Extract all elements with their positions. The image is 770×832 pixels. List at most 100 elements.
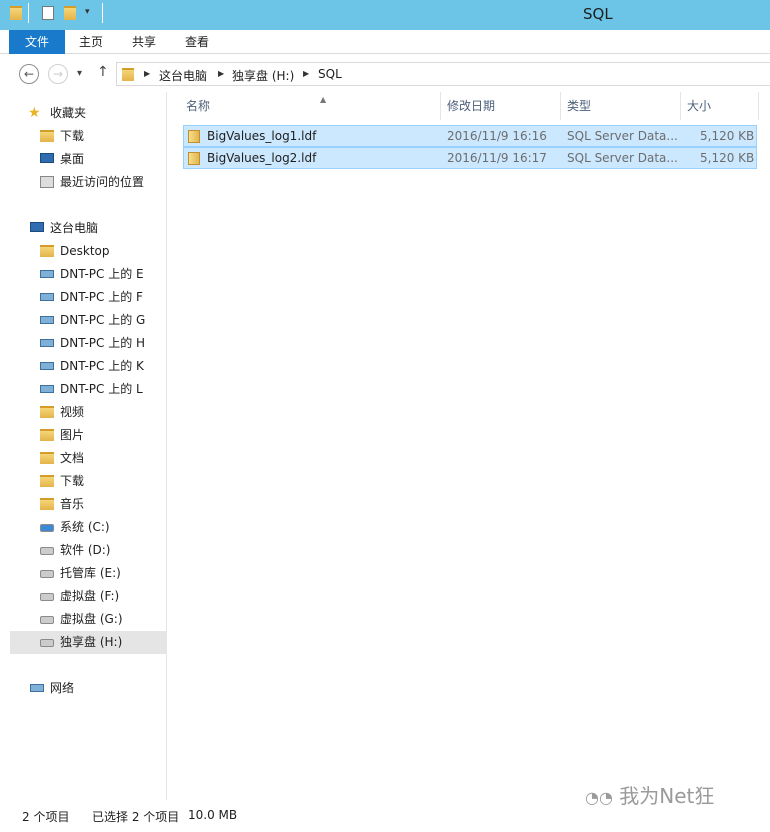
sidebar-item-label: DNT-PC 上的 K xyxy=(60,359,144,373)
sidebar-item-label: DNT-PC 上的 F xyxy=(60,290,143,304)
drive-icon xyxy=(40,593,54,601)
sidebar-item-downloads[interactable]: 下载 xyxy=(10,125,166,148)
network-drive-icon xyxy=(40,339,54,347)
drive-icon xyxy=(40,616,54,624)
column-header-size[interactable]: 大小 xyxy=(681,92,759,120)
system-drive-icon xyxy=(40,524,54,532)
breadcrumb-folder[interactable]: SQL xyxy=(318,67,342,81)
sidebar-item-music[interactable]: 音乐 xyxy=(10,493,166,516)
network-drive-icon xyxy=(40,270,54,278)
sidebar-item-label: 下载 xyxy=(60,129,85,143)
title-bar: ▾ SQL xyxy=(0,0,770,30)
download-folder-icon xyxy=(40,475,54,487)
sidebar-item-label: 独享盘 (H:) xyxy=(60,635,123,649)
sidebar-item-drive-d[interactable]: 软件 (D:) xyxy=(10,539,166,562)
document-folder-icon xyxy=(40,452,54,464)
sidebar-item-label: 文档 xyxy=(60,451,85,465)
status-selected-count: 已选择 2 个项目 xyxy=(92,810,180,824)
picture-folder-icon xyxy=(40,429,54,441)
recent-locations-icon[interactable]: ▾ xyxy=(77,68,82,79)
sidebar-item-desktop[interactable]: 桌面 xyxy=(10,148,166,171)
sidebar-item-network-drive-f[interactable]: DNT-PC 上的 F xyxy=(10,286,166,309)
wechat-icon: ◔◔ xyxy=(585,788,613,807)
separator xyxy=(102,3,103,23)
sidebar-item-network-drive-e[interactable]: DNT-PC 上的 E xyxy=(10,263,166,286)
ribbon: 文件 主页 共享 查看 xyxy=(0,30,770,54)
file-type: SQL Server Data... xyxy=(567,129,678,143)
sidebar-item-label: 桌面 xyxy=(60,152,85,166)
recent-places-icon xyxy=(40,176,54,188)
forward-button[interactable]: → xyxy=(48,64,68,84)
chevron-right-icon[interactable]: ▶ xyxy=(303,69,309,78)
sidebar-item-label: 虚拟盘 (F:) xyxy=(60,589,120,603)
chevron-right-icon[interactable]: ▶ xyxy=(218,69,224,78)
sidebar-item-label: 视频 xyxy=(60,405,85,419)
navigation-bar: ← → ▾ ↑ ▶ 这台电脑 ▶ 独享盘 (H:) ▶ SQL xyxy=(0,54,770,92)
watermark: ◔◔ 我为Net狂 xyxy=(585,780,714,809)
tab-file[interactable]: 文件 xyxy=(9,30,65,54)
tab-home[interactable]: 主页 xyxy=(68,30,114,54)
sidebar-item-network-drive-g[interactable]: DNT-PC 上的 G xyxy=(10,309,166,332)
back-button[interactable]: ← xyxy=(19,64,39,84)
sidebar-item-drive-g[interactable]: 虚拟盘 (G:) xyxy=(10,608,166,631)
sidebar-item-label: Desktop xyxy=(60,244,110,258)
column-label: 名称 xyxy=(186,99,211,113)
tab-view[interactable]: 查看 xyxy=(174,30,220,54)
sidebar-item-documents[interactable]: 文档 xyxy=(10,447,166,470)
sidebar-item-label: 系统 (C:) xyxy=(60,520,110,534)
sidebar-item-desktop-pc[interactable]: Desktop xyxy=(10,240,166,263)
window-title: SQL xyxy=(583,5,613,23)
file-icon xyxy=(188,130,200,143)
file-list: ▲ 名称 修改日期 类型 大小 BigValues_log1.ldf 2016/… xyxy=(167,92,770,800)
file-name: BigValues_log1.ldf xyxy=(207,129,317,143)
chevron-right-icon[interactable]: ▶ xyxy=(144,69,150,78)
breadcrumb-drive[interactable]: 独享盘 (H:) xyxy=(232,67,294,84)
sidebar-item-videos[interactable]: 视频 xyxy=(10,401,166,424)
download-folder-icon xyxy=(40,130,54,142)
video-folder-icon xyxy=(40,406,54,418)
sidebar-item-network-drive-k[interactable]: DNT-PC 上的 K xyxy=(10,355,166,378)
file-row[interactable]: BigValues_log2.ldf 2016/11/9 16:17 SQL S… xyxy=(183,147,757,169)
computer-icon xyxy=(30,222,44,232)
column-header-name[interactable]: ▲ 名称 xyxy=(180,92,441,120)
sidebar-item-this-pc[interactable]: 这台电脑 xyxy=(10,217,166,240)
sidebar-item-label: DNT-PC 上的 H xyxy=(60,336,146,350)
sidebar-item-drive-e[interactable]: 托管库 (E:) xyxy=(10,562,166,585)
drive-icon xyxy=(40,639,54,647)
column-label: 大小 xyxy=(687,99,712,113)
network-drive-icon xyxy=(40,293,54,301)
status-item-count: 2 个项目 xyxy=(22,810,70,824)
file-row[interactable]: BigValues_log1.ldf 2016/11/9 16:16 SQL S… xyxy=(183,125,757,147)
sidebar-item-label: 网络 xyxy=(50,681,75,695)
file-size: 5,120 KB xyxy=(700,151,755,165)
sidebar-item-downloads-pc[interactable]: 下载 xyxy=(10,470,166,493)
sidebar-item-recent[interactable]: 最近访问的位置 xyxy=(10,171,166,194)
column-label: 修改日期 xyxy=(447,99,496,113)
sidebar-item-network-drive-h[interactable]: DNT-PC 上的 H xyxy=(10,332,166,355)
column-label: 类型 xyxy=(567,99,592,113)
sidebar-item-label: 音乐 xyxy=(60,497,85,511)
sidebar-item-drive-f[interactable]: 虚拟盘 (F:) xyxy=(10,585,166,608)
tab-share[interactable]: 共享 xyxy=(121,30,167,54)
column-header-modified[interactable]: 修改日期 xyxy=(441,92,561,120)
properties-icon[interactable] xyxy=(42,6,54,20)
folder-icon xyxy=(122,68,134,81)
watermark-text: 我为Net狂 xyxy=(619,784,715,808)
sidebar-item-network-drive-l[interactable]: DNT-PC 上的 L xyxy=(10,378,166,401)
new-folder-icon[interactable] xyxy=(64,6,76,20)
file-name: BigValues_log2.ldf xyxy=(207,151,317,165)
up-arrow-icon[interactable]: ↑ xyxy=(97,64,109,80)
column-header-type[interactable]: 类型 xyxy=(561,92,681,120)
sidebar-item-label: 下载 xyxy=(60,474,85,488)
sidebar-item-network[interactable]: 网络 xyxy=(10,677,166,700)
sidebar-item-drive-c[interactable]: 系统 (C:) xyxy=(10,516,166,539)
sidebar-item-favorites[interactable]: ★ 收藏夹 xyxy=(10,102,166,125)
address-bar[interactable]: ▶ 这台电脑 ▶ 独享盘 (H:) ▶ SQL xyxy=(116,62,770,86)
sidebar-item-drive-h[interactable]: 独享盘 (H:) xyxy=(10,631,166,654)
breadcrumb-computer[interactable]: 这台电脑 xyxy=(159,67,207,84)
sidebar-item-label: 收藏夹 xyxy=(50,106,87,120)
sidebar-item-label: DNT-PC 上的 E xyxy=(60,267,144,281)
separator xyxy=(28,3,29,23)
chevron-down-icon[interactable]: ▾ xyxy=(85,7,90,17)
sidebar-item-pictures[interactable]: 图片 xyxy=(10,424,166,447)
